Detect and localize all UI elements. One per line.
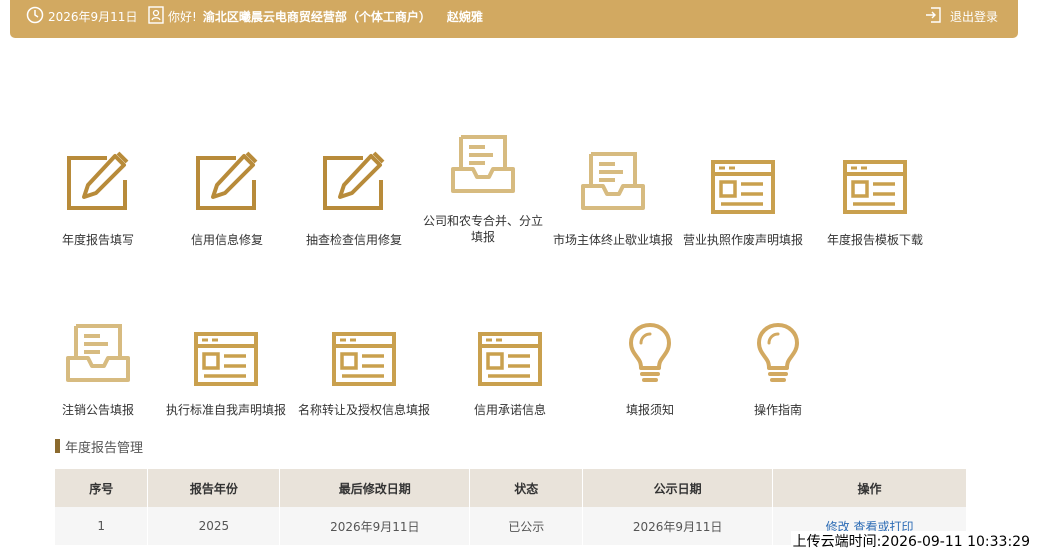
func-label: 操作指南 [753, 403, 802, 417]
inbox-tray-icon [418, 133, 548, 197]
func-operation-guide[interactable]: 操作指南 [728, 322, 828, 418]
browser-form-icon [678, 160, 808, 214]
browser-form-icon [158, 332, 294, 386]
clock-icon [26, 6, 44, 27]
pencil-square-icon [177, 150, 277, 214]
section-title-text: 年度报告管理 [65, 440, 144, 456]
func-label: 执行标准自我声明填报 [165, 403, 286, 417]
func-annual-report-template-download[interactable]: 年度报告模板下载 [815, 160, 935, 248]
func-inspection-credit-repair[interactable]: 抽查检查信用修复 [298, 150, 410, 248]
col-status: 状态 [469, 469, 584, 507]
current-date: 2026年9月11日 [48, 9, 138, 24]
func-name-transfer-authorization[interactable]: 名称转让及授权信息填报 [294, 332, 434, 418]
section-title: 年度报告管理 [55, 438, 144, 456]
logout-icon [924, 6, 942, 27]
func-license-void-statement[interactable]: 营业执照作废声明填报 [678, 160, 808, 248]
cell-publish-date: 2026年9月11日 [582, 507, 774, 545]
lightbulb-icon [600, 322, 700, 386]
user-info: 你好! 渝北区曦晨云电商贸经营部（个体工商户） 赵婉雅 [148, 0, 483, 32]
col-index: 序号 [55, 469, 149, 507]
inbox-tray-icon [48, 322, 148, 386]
func-standard-self-declaration[interactable]: 执行标准自我声明填报 [158, 332, 294, 418]
func-credit-commitment[interactable]: 信用承诺信息 [460, 332, 560, 418]
company-name: 渝北区曦晨云电商贸经营部（个体工商户） [202, 9, 431, 24]
browser-form-icon [460, 332, 560, 386]
func-deregistration-notice[interactable]: 注销公告填报 [48, 322, 148, 418]
func-annual-report-fill[interactable]: 年度报告填写 [48, 150, 148, 248]
func-credit-repair[interactable]: 信用信息修复 [177, 150, 277, 248]
table-header-row: 序号 报告年份 最后修改日期 状态 公示日期 操作 [55, 469, 967, 507]
func-termination-suspension[interactable]: 市场主体终止歇业填报 [548, 150, 678, 248]
browser-form-icon [294, 332, 434, 386]
func-merger-split[interactable]: 公司和农专合并、分立填报 [418, 133, 548, 245]
col-report-year: 报告年份 [147, 469, 281, 507]
user-name: 赵婉雅 [446, 9, 483, 24]
upload-timestamp: 上传云端时间:2026-09-11 10:33:29 [790, 531, 1032, 551]
func-label: 信用承诺信息 [473, 403, 546, 417]
greeting: 你好! [168, 9, 197, 24]
top-bar: 2026年9月11日 你好! 渝北区曦晨云电商贸经营部（个体工商户） 赵婉雅 退… [10, 0, 1018, 38]
col-publish-date: 公示日期 [582, 469, 774, 507]
cell-year: 2025 [147, 507, 281, 545]
pencil-square-icon [48, 150, 148, 214]
user-badge-icon [148, 5, 164, 27]
func-label: 年度报告模板下载 [826, 233, 923, 247]
func-label: 年度报告填写 [61, 233, 134, 247]
func-label: 抽查检查信用修复 [305, 233, 402, 247]
section-bar [55, 439, 60, 453]
cell-status: 已公示 [469, 507, 584, 545]
col-actions: 操作 [772, 469, 967, 507]
cell-index: 1 [55, 507, 149, 545]
func-label: 信用信息修复 [190, 233, 263, 247]
date-display: 2026年9月11日 [26, 0, 137, 32]
cell-modified: 2026年9月11日 [279, 507, 471, 545]
logout-button[interactable]: 退出登录 [924, 0, 998, 32]
func-label: 公司和农专合并、分立填报 [422, 214, 543, 244]
func-label: 注销公告填报 [61, 403, 134, 417]
pencil-square-icon [298, 150, 410, 214]
func-label: 营业执照作废声明填报 [682, 233, 803, 247]
browser-form-icon [815, 160, 935, 214]
func-filing-instructions[interactable]: 填报须知 [600, 322, 700, 418]
lightbulb-icon [728, 322, 828, 386]
func-label: 名称转让及授权信息填报 [297, 403, 430, 417]
func-label: 填报须知 [625, 403, 674, 417]
col-last-modified: 最后修改日期 [279, 469, 471, 507]
func-label: 市场主体终止歇业填报 [552, 233, 673, 247]
logout-label: 退出登录 [949, 9, 998, 24]
inbox-tray-icon [548, 150, 678, 214]
